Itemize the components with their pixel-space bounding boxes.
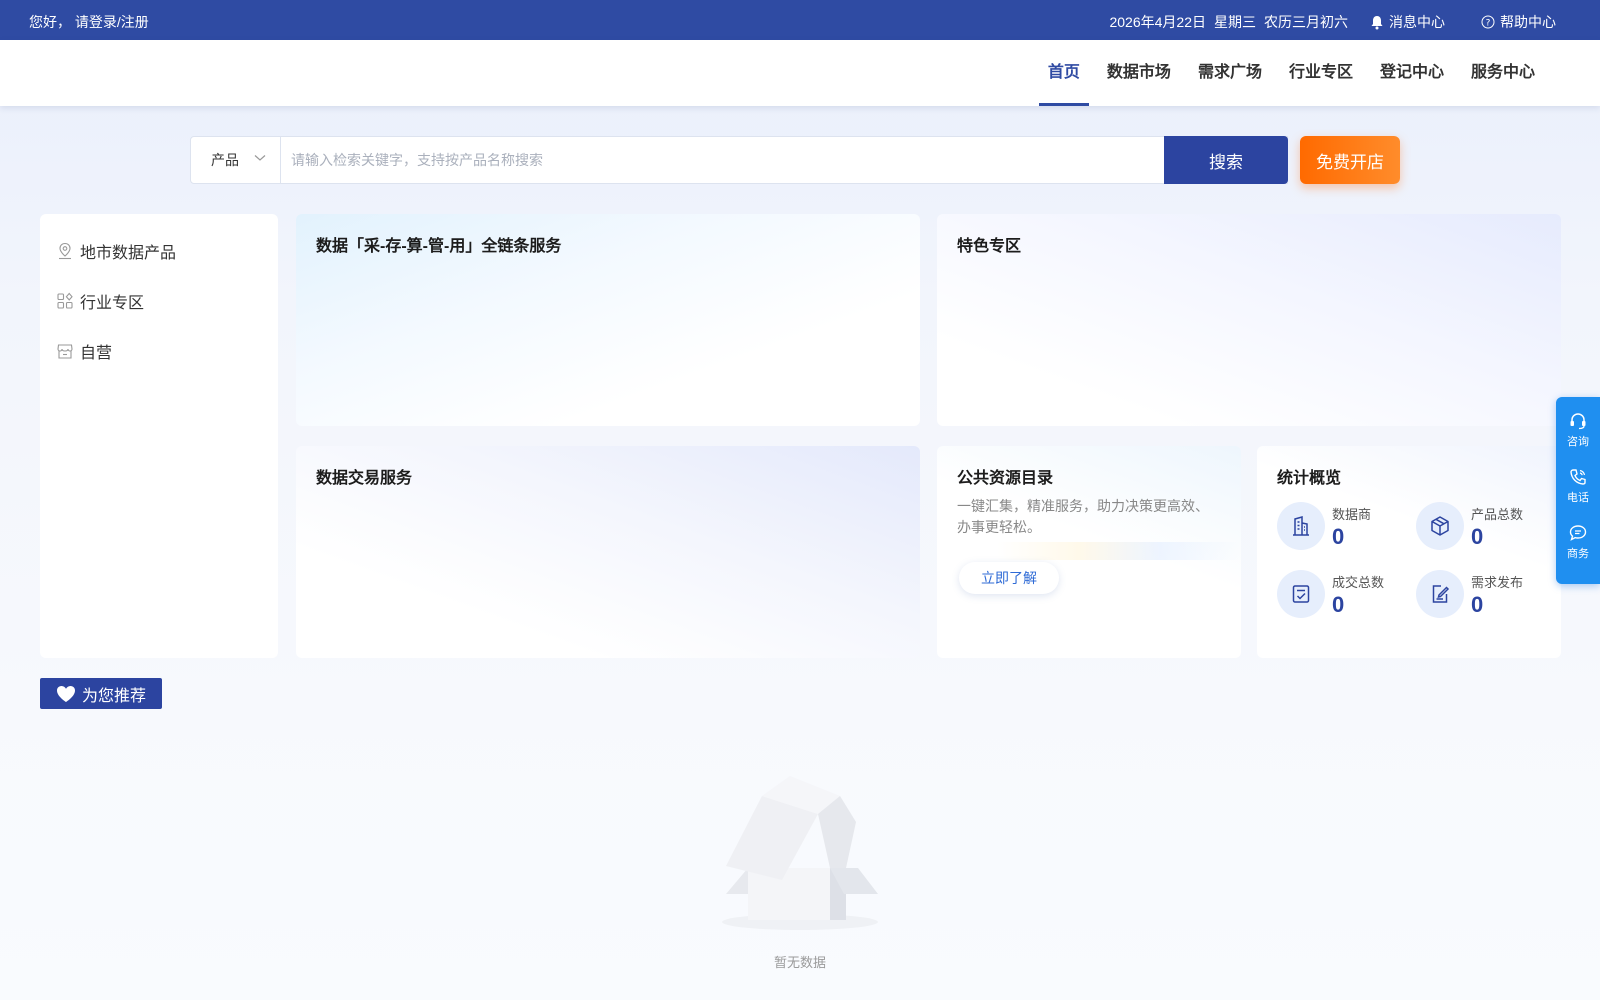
search-input[interactable]: [281, 137, 1287, 183]
current-weekday: 星期三: [1214, 14, 1256, 30]
checklist-icon: [1277, 570, 1325, 618]
card-title: 特色专区: [957, 238, 1022, 255]
full-chain-service-card[interactable]: 数据「采-存-算-管-用」全链条服务: [296, 214, 920, 426]
grid-apps-icon: [57, 292, 73, 309]
question-circle-icon: ?: [1481, 15, 1495, 29]
search-category-value: 产品: [211, 152, 239, 168]
help-center-label: 帮助中心: [1500, 14, 1556, 30]
chat-icon: [1569, 525, 1587, 541]
current-date: 2026年4月22日: [1109, 14, 1206, 30]
greeting: 您好， 请登录/注册: [29, 12, 149, 32]
chevron-down-icon: [254, 155, 266, 161]
stat-label: 产品总数: [1471, 507, 1524, 522]
empty-box-illustration: [718, 770, 882, 932]
free-open-shop-button[interactable]: 免费开店: [1300, 136, 1400, 184]
stat-value: 0: [1471, 592, 1484, 617]
stat-demand-posts: 需求发布 0: [1416, 570, 1546, 618]
edit-doc-icon: [1416, 570, 1464, 618]
top-bar: 您好， 请登录/注册 2026年4月22日 星期三 农历三月初六 消息中心 ? …: [0, 0, 1600, 40]
message-center-link[interactable]: 消息中心: [1370, 12, 1445, 32]
card-description: 一键汇集，精准服务，助力决策更高效、办事更轻松。: [957, 498, 1209, 535]
sidebar-item-self-operated[interactable]: 自营: [56, 338, 112, 364]
statistics-overview-card: 统计概览 数据商 0 产品总数 0 成交总数 0 需求发布 0: [1257, 446, 1561, 658]
stat-label: 成交总数: [1332, 575, 1385, 590]
sidebar-item-industry-zone[interactable]: 行业专区: [56, 288, 144, 314]
stat-value: 0: [1471, 524, 1484, 549]
float-label: 商务: [1567, 548, 1589, 560]
bell-icon: [1371, 15, 1383, 29]
stat-value: 0: [1332, 524, 1345, 549]
lunar-date: 农历三月初六: [1264, 14, 1348, 30]
stat-label: 需求发布: [1471, 575, 1524, 590]
sidebar-item-label: 行业专区: [80, 295, 145, 312]
nav-item-data-market[interactable]: 数据市场: [1098, 40, 1180, 106]
nav-item-service-center[interactable]: 服务中心: [1462, 40, 1544, 106]
search-category-select[interactable]: 产品: [191, 137, 281, 183]
top-bar-right: 2026年4月22日 星期三 农历三月初六 消息中心 ? 帮助中心: [1109, 12, 1556, 32]
business-button[interactable]: 商务: [1556, 523, 1600, 575]
category-sidebar: 地市数据产品 行业专区 自营: [40, 214, 278, 658]
sidebar-item-label: 地市数据产品: [80, 245, 177, 262]
card-title: 数据交易服务: [316, 470, 413, 487]
recommend-label: 为您推荐: [82, 687, 147, 705]
learn-more-button[interactable]: 立即了解: [959, 562, 1059, 594]
message-center-label: 消息中心: [1389, 14, 1445, 30]
login-link[interactable]: 请登录/注册: [75, 14, 149, 30]
floating-contact-bar: 咨询 电话 商务: [1556, 397, 1600, 584]
public-resource-catalog-card: 公共资源目录 一键汇集，精准服务，助力决策更高效、办事更轻松。 立即了解: [937, 446, 1241, 658]
nav-item-demand-square[interactable]: 需求广场: [1189, 40, 1271, 106]
stat-total-products: 产品总数 0: [1416, 502, 1546, 550]
float-label: 咨询: [1567, 436, 1589, 448]
sidebar-item-label: 自营: [80, 345, 113, 362]
nav-item-home[interactable]: 首页: [1038, 40, 1089, 106]
stat-label: 数据商: [1332, 507, 1372, 522]
phone-icon: [1570, 469, 1586, 485]
search-button[interactable]: 搜索: [1164, 136, 1288, 184]
cube-icon: [1416, 502, 1464, 550]
heart-icon: [57, 685, 75, 702]
nav-menu: 首页 数据市场 需求广场 行业专区 登记中心 服务中心: [1030, 40, 1544, 106]
help-center-link[interactable]: ? 帮助中心: [1481, 12, 1556, 32]
main-navbar: 首页 数据市场 需求广场 行业专区 登记中心 服务中心: [0, 40, 1600, 106]
svg-text:?: ?: [1486, 19, 1491, 29]
building-icon: [1277, 502, 1325, 550]
nav-item-industry-zone[interactable]: 行业专区: [1280, 40, 1362, 106]
headset-icon: [1570, 413, 1586, 430]
store-icon: [57, 344, 73, 359]
location-pin-icon: [59, 242, 71, 260]
decoration-banner: [997, 542, 1241, 560]
data-trade-service-card[interactable]: 数据交易服务: [296, 446, 920, 658]
float-label: 电话: [1567, 492, 1589, 504]
featured-zone-card[interactable]: 特色专区: [937, 214, 1561, 426]
stat-value: 0: [1332, 592, 1345, 617]
nav-item-registration-center[interactable]: 登记中心: [1371, 40, 1453, 106]
search-bar: 产品: [190, 136, 1288, 184]
card-title: 数据「采-存-算-管-用」全链条服务: [316, 238, 562, 255]
card-title: 公共资源目录: [957, 470, 1054, 487]
card-title: 统计概览: [1277, 470, 1342, 487]
stat-total-transactions: 成交总数 0: [1277, 570, 1407, 618]
recommend-tag: 为您推荐: [40, 678, 162, 709]
sidebar-item-city-data-products[interactable]: 地市数据产品: [56, 238, 176, 264]
empty-state-text: 暂无数据: [773, 955, 826, 970]
phone-button[interactable]: 电话: [1556, 467, 1600, 519]
consult-button[interactable]: 咨询: [1556, 411, 1600, 463]
stat-data-vendors: 数据商 0: [1277, 502, 1407, 550]
greeting-text: 您好，: [29, 14, 71, 30]
